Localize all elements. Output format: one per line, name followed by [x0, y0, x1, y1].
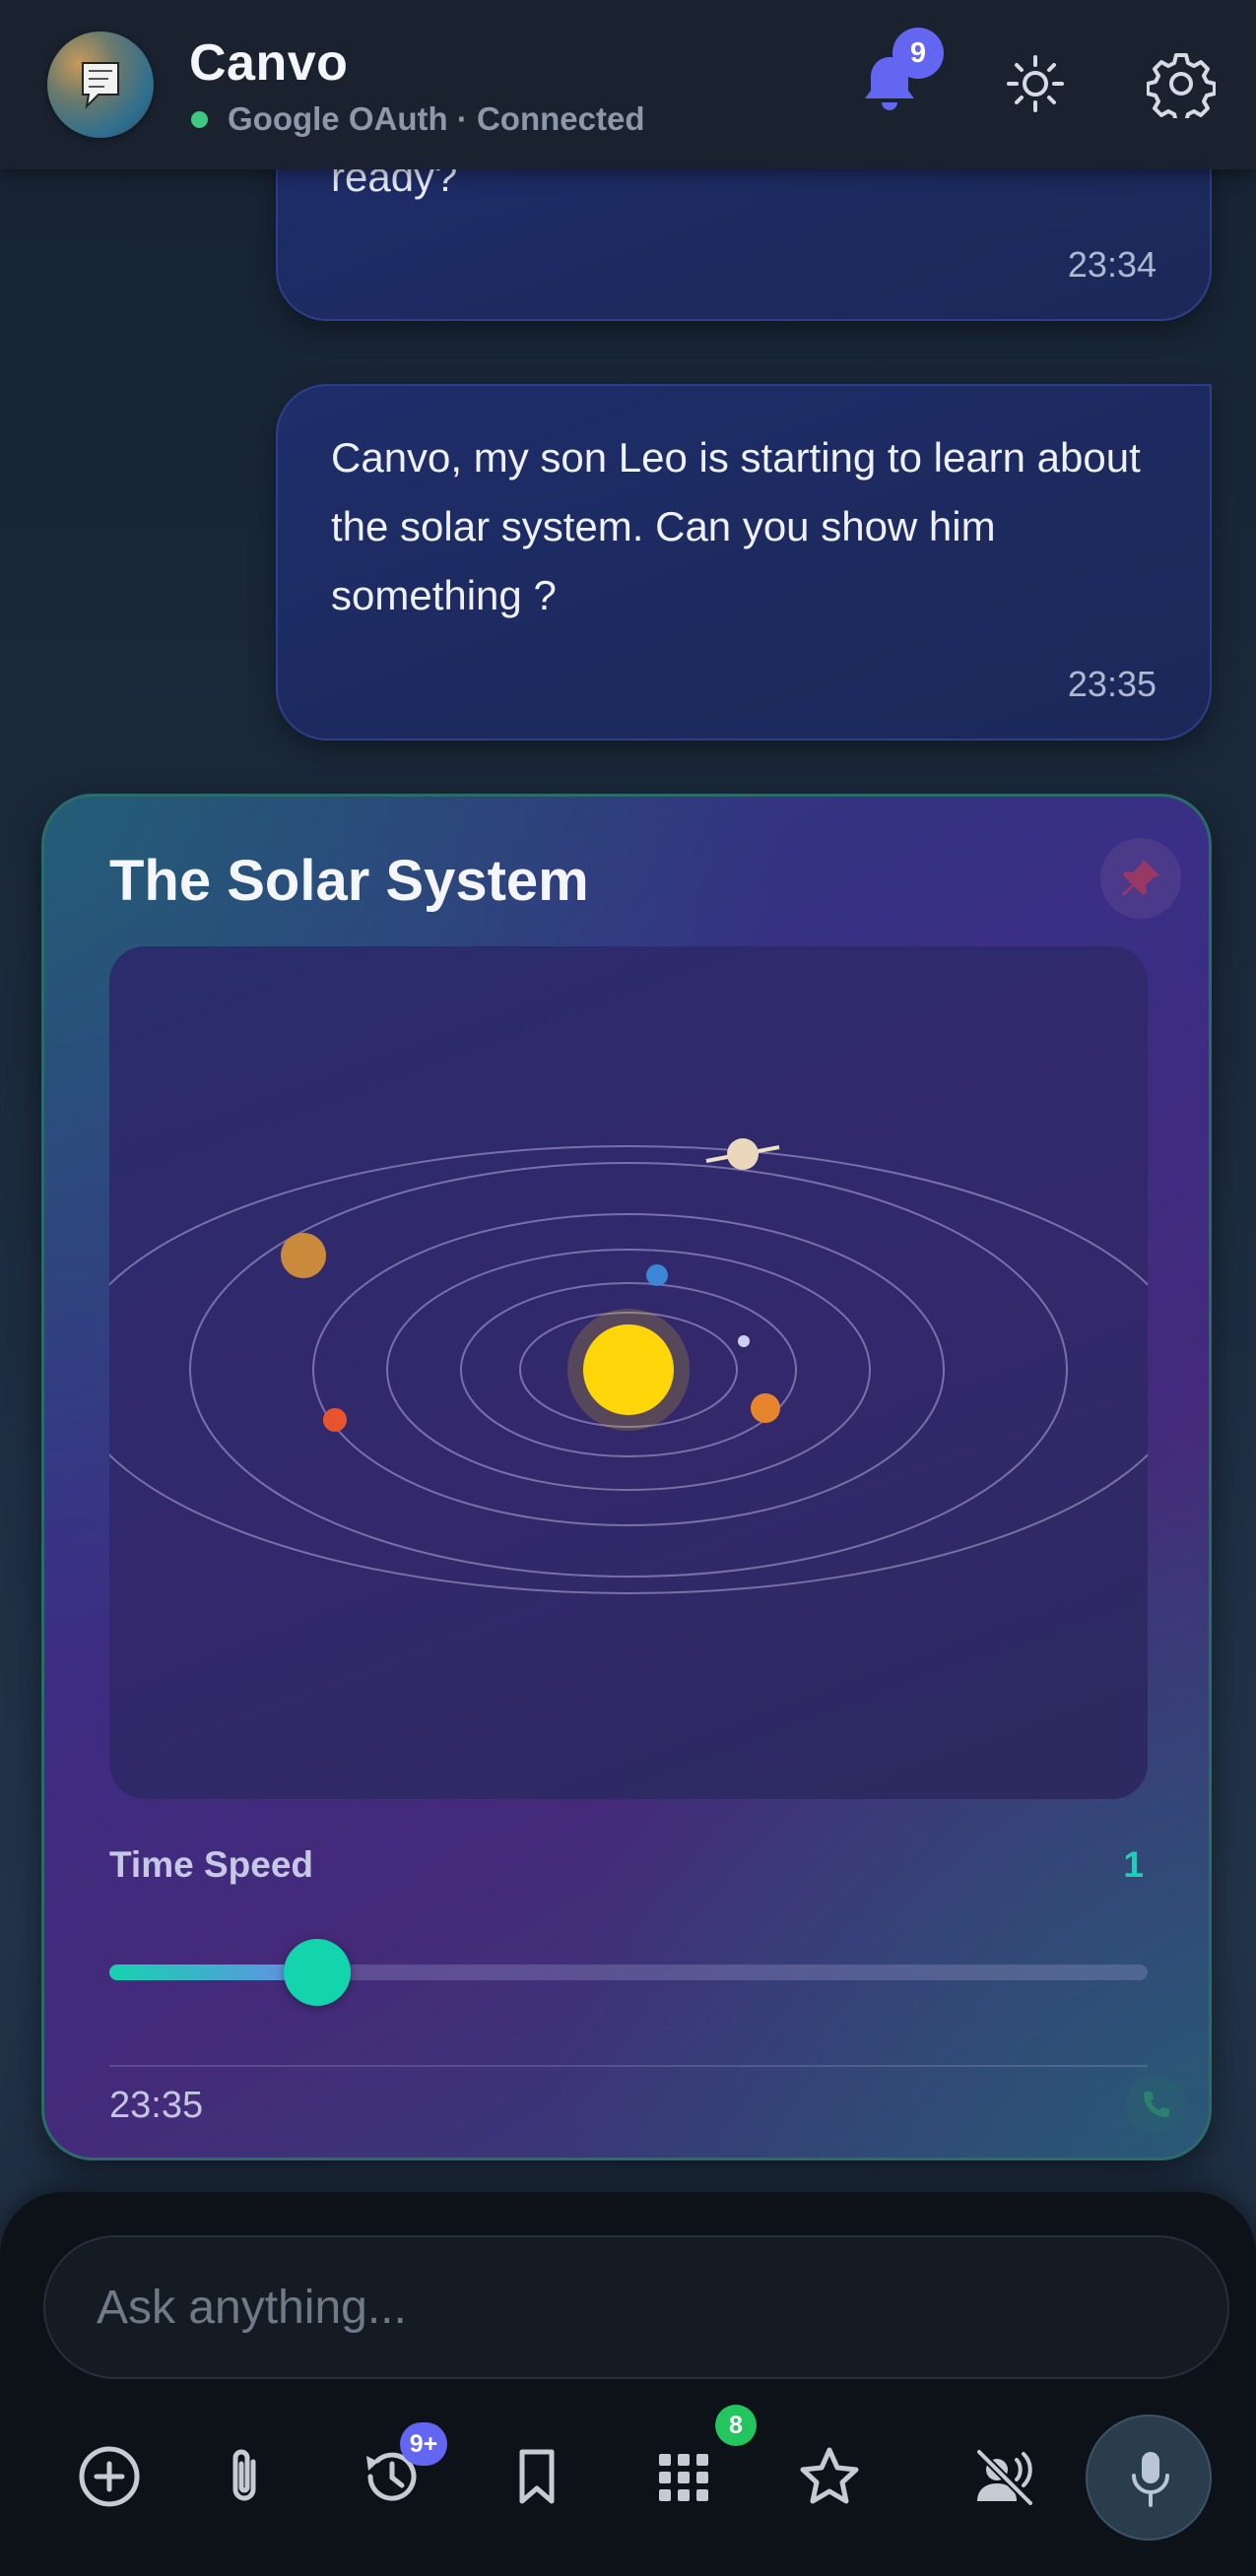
status-online-dot: [191, 110, 208, 128]
message-time: 23:34: [1067, 244, 1157, 285]
canvo-logo-icon: [82, 62, 119, 109]
planet-jupiter: [281, 1233, 326, 1278]
message-time: 23:35: [1067, 664, 1157, 704]
add-button[interactable]: [65, 2432, 154, 2521]
message-text: Canvo, my son Leo is starting to learn a…: [331, 434, 1141, 618]
attach-button[interactable]: [200, 2432, 289, 2521]
theme-sun-icon: [1007, 55, 1064, 112]
planet-mercury: [738, 1335, 750, 1347]
card-divider: [109, 2065, 1148, 2067]
app-title: Canvo: [189, 34, 349, 92]
add-circle-icon: [79, 2446, 140, 2507]
notification-count-badge: 9: [892, 28, 944, 79]
connection-status-text: Google OAuth · Connected: [228, 100, 645, 137]
voice-off-icon: [976, 2449, 1033, 2506]
app-header: Canvo Google OAuth · Connected 9: [0, 0, 1256, 169]
microphone-button[interactable]: [1086, 2415, 1212, 2541]
card-title: The Solar System: [109, 849, 589, 913]
planet-venus: [751, 1393, 780, 1423]
favorites-button[interactable]: [785, 2432, 874, 2521]
solar-system-card: The Solar System Time Speed 1 23:35: [41, 794, 1212, 2160]
settings-gear-icon: [1146, 53, 1217, 124]
apps-count-badge: 8: [715, 2405, 757, 2446]
voice-mode-button[interactable]: [959, 2432, 1048, 2521]
pin-button[interactable]: [1100, 838, 1181, 919]
time-speed-slider[interactable]: [109, 1939, 1148, 2006]
planet-earth: [646, 1264, 668, 1286]
slider-thumb[interactable]: [283, 1939, 351, 2006]
card-time: 23:35: [109, 2085, 204, 2126]
settings-button[interactable]: [1146, 49, 1217, 124]
call-button[interactable]: [1126, 2075, 1185, 2134]
apps-grid-icon: [659, 2454, 708, 2501]
sun: [583, 1324, 674, 1415]
microphone-icon: [1132, 2452, 1169, 2507]
planet-saturn: [727, 1138, 759, 1170]
ask-input[interactable]: [43, 2235, 1229, 2379]
theme-toggle-button[interactable]: [1001, 49, 1070, 118]
star-icon: [800, 2447, 859, 2504]
apps-button[interactable]: [639, 2432, 728, 2521]
user-message-bubble: Canvo, my son Leo is starting to learn a…: [276, 384, 1212, 741]
bookmark-button[interactable]: [493, 2432, 581, 2521]
app-avatar[interactable]: [47, 32, 154, 138]
solar-system-visualization[interactable]: [109, 946, 1148, 1799]
connection-status: Google OAuth · Connected: [189, 100, 644, 138]
pin-icon: [1122, 860, 1159, 896]
time-speed-value: 1: [1123, 1844, 1144, 1885]
history-count-badge: 9+: [400, 2422, 447, 2466]
bookmark-icon: [519, 2449, 555, 2504]
time-speed-label: Time Speed: [109, 1844, 314, 1885]
attach-paperclip-icon: [232, 2449, 256, 2501]
phone-icon: [1144, 2092, 1169, 2117]
planet-mars: [323, 1408, 347, 1432]
composer-bar: [0, 2192, 1256, 2576]
